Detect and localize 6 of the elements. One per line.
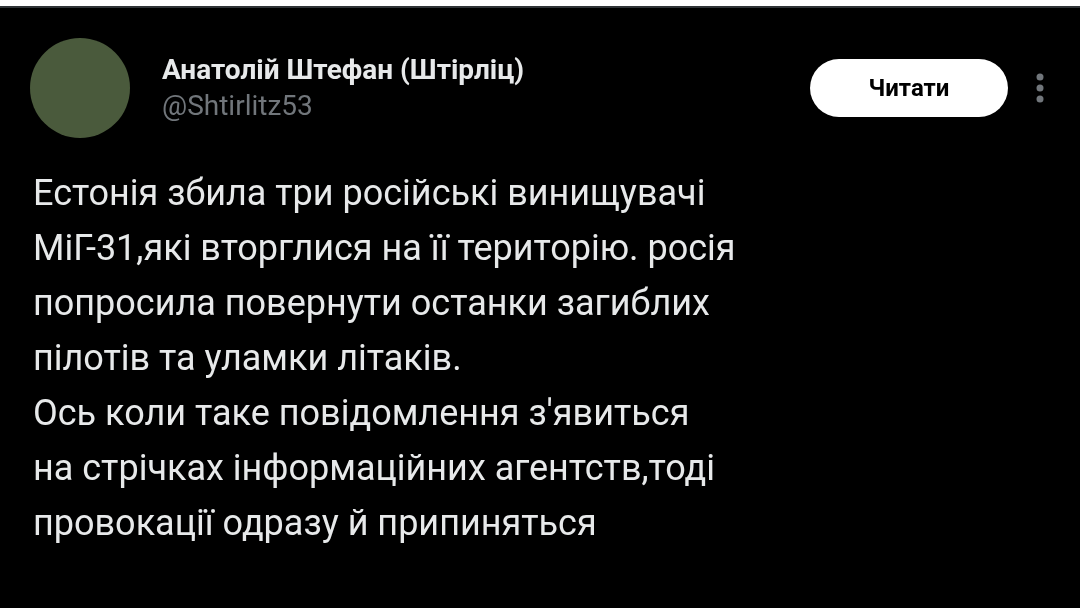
post-paragraph: Естонія збила три російські винищувачі МіГ-31,які вторглися на її територію. росія попросила повернути останки загиблих пілотів та уламки літаків. [33, 171, 736, 381]
author-handle: @Shtirlitz53 [162, 88, 314, 124]
post-paragraph: Ось коли таке повідомлення з'явиться на стрічках інформаційних агентств,тоді провокації одразу й припиняться [33, 391, 715, 546]
follow-button[interactable]: Читати [810, 59, 1008, 117]
author-name: Анатолій Штефан (Штірліц) [162, 52, 526, 88]
more-options-icon[interactable] [1036, 73, 1044, 103]
